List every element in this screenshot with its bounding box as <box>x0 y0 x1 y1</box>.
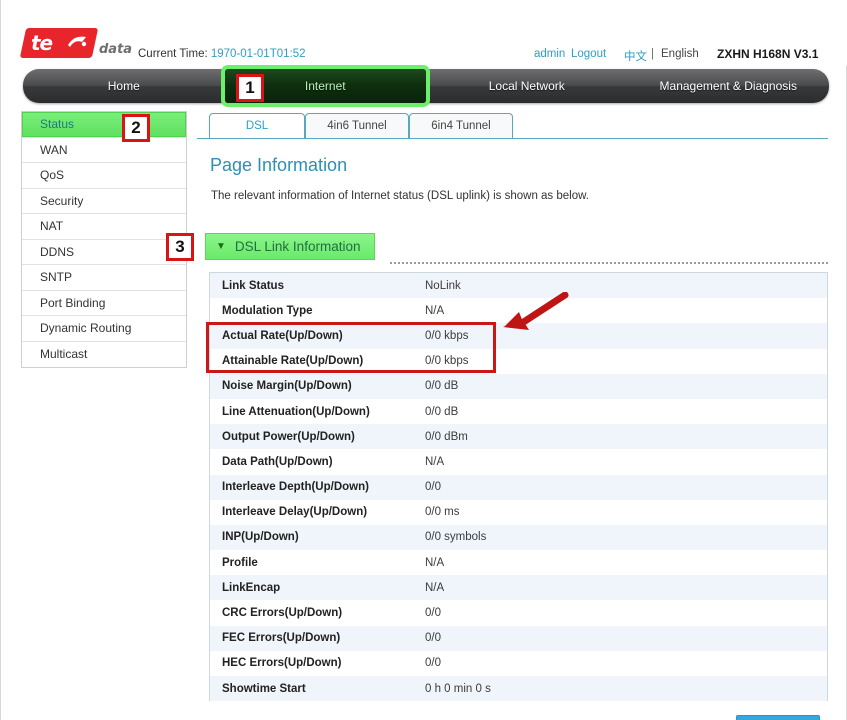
row-value: 0/0 ms <box>425 506 460 519</box>
current-time-label: Current Time: <box>138 48 208 60</box>
row-key: Noise Margin(Up/Down) <box>222 380 352 393</box>
row-key: Interleave Depth(Up/Down) <box>222 481 369 494</box>
language-english-link[interactable]: English <box>661 48 699 60</box>
table-row: CRC Errors(Up/Down) 0/0 <box>210 600 827 626</box>
dsl-link-information-table: Link Status NoLink Modulation Type N/A Act… <box>209 272 828 702</box>
te-data-logo: te data <box>19 28 133 60</box>
row-key: Line Attenuation(Up/Down) <box>222 405 370 418</box>
table-row: Noise Margin(Up/Down) 0/0 dB <box>210 373 827 399</box>
row-key: FEC Errors(Up/Down) <box>222 632 341 645</box>
row-key: Attainable Rate(Up/Down) <box>222 355 364 368</box>
page-description: The relevant information of Internet sta… <box>211 190 589 202</box>
row-key: INP(Up/Down) <box>222 531 299 544</box>
sidebar-item-security[interactable]: Security <box>22 188 186 214</box>
row-value: N/A <box>425 581 445 594</box>
row-value: N/A <box>425 556 445 569</box>
nav-item-local-network[interactable]: Local Network <box>426 69 628 103</box>
sidebar-item-ddns[interactable]: DDNS <box>22 239 186 265</box>
admin-user-link[interactable]: admin <box>534 48 565 60</box>
row-value: N/A <box>425 455 445 468</box>
table-row: Modulation Type N/A <box>210 298 827 324</box>
router-admin-page: te data Current Time: 1970-01-01T01:52 a… <box>0 0 847 720</box>
row-value: 0/0 <box>425 481 441 494</box>
sidebar-item-status[interactable]: Status <box>22 112 186 138</box>
nav-item-management-diagnosis[interactable]: Management & Diagnosis <box>628 69 830 103</box>
table-row: Line Attenuation(Up/Down) 0/0 dB <box>210 398 827 425</box>
logo-swoosh-icon <box>68 36 87 47</box>
current-time-value: 1970-01-01T01:52 <box>210 48 306 60</box>
table-row: Profile N/A <box>210 550 827 576</box>
row-value: NoLink <box>425 279 461 292</box>
sidebar-item-port-binding[interactable]: Port Binding <box>22 290 186 316</box>
table-row: Data Path(Up/Down) N/A <box>210 449 827 475</box>
row-key: LinkEncap <box>222 581 281 594</box>
row-key: Link Status <box>222 279 284 292</box>
row-value: 0/0 symbols <box>425 531 487 544</box>
row-key: Actual Rate(Up/Down) <box>222 329 343 342</box>
sidebar-item-sntp[interactable]: SNTP <box>22 265 186 291</box>
submit-button[interactable] <box>736 715 820 720</box>
page-header: te data Current Time: 1970-01-01T01:52 a… <box>1 0 847 66</box>
annotation-marker-3: 3 <box>166 233 194 261</box>
logo-data-text: data <box>99 42 133 57</box>
device-model-label: ZXHN H168N V3.1 <box>717 47 819 61</box>
annotation-marker-2: 2 <box>122 114 150 142</box>
tab-underline-left <box>197 138 209 139</box>
chevron-down-icon: ▼ <box>216 241 226 252</box>
table-row: INP(Up/Down) 0/0 symbols <box>210 524 827 551</box>
row-key: Data Path(Up/Down) <box>222 455 333 468</box>
sidebar-item-nat[interactable]: NAT <box>22 214 186 240</box>
section-title: DSL Link Information <box>234 239 361 254</box>
sidebar-menu: Status WAN QoS Security NAT DDNS SNTP Po… <box>21 111 187 368</box>
logo-te-text: te <box>31 31 53 55</box>
sidebar-item-multicast[interactable]: Multicast <box>22 341 186 367</box>
row-value: 0 h 0 min 0 s <box>425 682 491 695</box>
table-row: Interleave Depth(Up/Down) 0/0 <box>210 474 827 500</box>
sidebar-item-dynamic-routing[interactable]: Dynamic Routing <box>22 316 186 342</box>
tab-4in6-tunnel[interactable]: 4in6 Tunnel <box>305 113 409 138</box>
row-value: 0/0 kbps <box>425 355 469 368</box>
language-chinese-link[interactable]: 中文 <box>624 48 647 64</box>
table-row: Showtime Start 0 h 0 min 0 s <box>210 676 827 702</box>
language-separator: | <box>651 48 654 60</box>
sidebar-item-qos[interactable]: QoS <box>22 163 186 189</box>
row-key: Profile <box>222 556 258 569</box>
row-value: 0/0 kbps <box>425 329 469 342</box>
section-divider <box>390 262 828 264</box>
row-value: 0/0 <box>425 632 441 645</box>
sidebar-item-wan[interactable]: WAN <box>22 137 186 163</box>
dsl-link-information-section-toggle[interactable]: ▼ DSL Link Information <box>205 233 376 260</box>
row-value: 0/0 dB <box>425 405 459 418</box>
table-row: FEC Errors(Up/Down) 0/0 <box>210 625 827 651</box>
row-value: 0/0 <box>425 607 441 620</box>
annotation-marker-1: 1 <box>236 74 264 102</box>
table-row: Attainable Rate(Up/Down) 0/0 kbps <box>210 348 827 374</box>
row-key: CRC Errors(Up/Down) <box>222 607 343 620</box>
table-row: HEC Errors(Up/Down) 0/0 <box>210 650 827 676</box>
row-value: 0/0 dBm <box>425 430 468 443</box>
tab-dsl[interactable]: DSL <box>209 113 305 138</box>
nav-item-home[interactable]: Home <box>23 69 225 103</box>
row-key: Output Power(Up/Down) <box>222 430 355 443</box>
row-value: 0/0 <box>425 657 441 670</box>
logout-link[interactable]: Logout <box>571 48 606 60</box>
main-navigation: Home Internet Local Network Management &… <box>23 69 829 103</box>
page-title: Page Information <box>210 155 348 175</box>
table-row: Output Power(Up/Down) 0/0 dBm <box>210 424 827 450</box>
content-tabs: DSL 4in6 Tunnel 6in4 Tunnel <box>209 113 829 139</box>
row-key: Modulation Type <box>222 304 313 317</box>
current-time: Current Time: 1970-01-01T01:52 <box>138 48 306 60</box>
tab-underline <box>209 138 828 139</box>
table-row: Actual Rate(Up/Down) 0/0 kbps <box>210 323 827 349</box>
table-row: Interleave Delay(Up/Down) 0/0 ms <box>210 499 827 525</box>
row-value: N/A <box>425 304 445 317</box>
table-row: Link Status NoLink <box>210 273 827 299</box>
row-value: 0/0 dB <box>425 380 459 393</box>
table-row: LinkEncap N/A <box>210 575 827 601</box>
tab-6in4-tunnel[interactable]: 6in4 Tunnel <box>409 113 513 138</box>
row-key: Interleave Delay(Up/Down) <box>222 506 368 519</box>
row-key: Showtime Start <box>222 682 306 695</box>
row-key: HEC Errors(Up/Down) <box>222 657 342 670</box>
